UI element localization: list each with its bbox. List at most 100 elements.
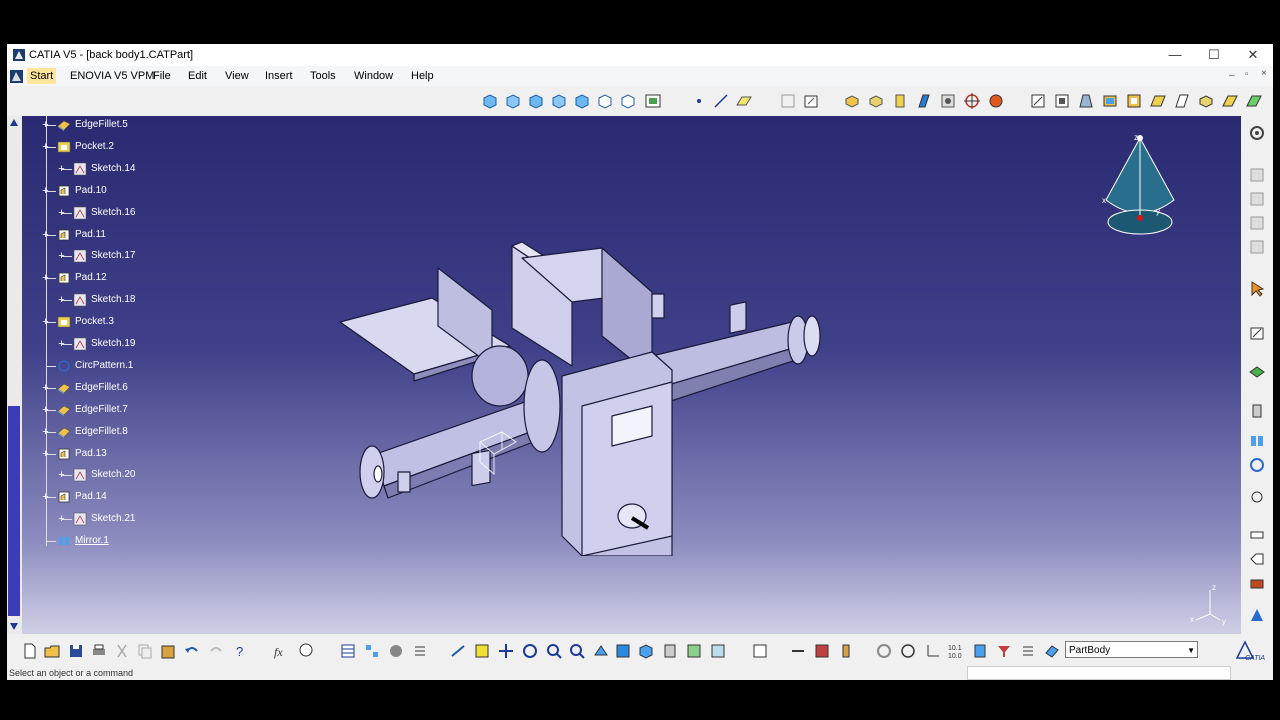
- parameters-icon[interactable]: [411, 642, 429, 660]
- axis-system-icon[interactable]: [923, 642, 941, 660]
- tree-item-label[interactable]: Pad.13: [75, 448, 107, 459]
- rotate-icon[interactable]: [521, 642, 539, 660]
- gear-icon[interactable]: [1248, 124, 1266, 142]
- point-icon[interactable]: [690, 92, 708, 110]
- comment-icon[interactable]: [297, 642, 315, 660]
- shaft-icon[interactable]: [891, 92, 909, 110]
- fit-all-icon[interactable]: [473, 642, 491, 660]
- view-bottom-icon[interactable]: [619, 92, 637, 110]
- sketch-icon[interactable]: [73, 162, 87, 176]
- tree-item-label[interactable]: Pad.14: [75, 491, 107, 502]
- named-views-icon[interactable]: [644, 92, 662, 110]
- knowledge-icon[interactable]: [387, 642, 405, 660]
- diagram-icon[interactable]: [363, 642, 381, 660]
- tree-item-label[interactable]: EdgeFillet.8: [75, 426, 128, 437]
- axis-icon[interactable]: [963, 92, 981, 110]
- pad-icon[interactable]: [57, 447, 71, 461]
- tree-expander-icon[interactable]: +: [40, 120, 51, 131]
- tag-icon[interactable]: [1248, 550, 1266, 568]
- zoom-in-icon[interactable]: [545, 642, 563, 660]
- chevron-down-icon[interactable]: ▼: [1187, 642, 1195, 659]
- line-icon[interactable]: [712, 92, 730, 110]
- link-icon[interactable]: [875, 642, 893, 660]
- tree-expander-icon[interactable]: +: [56, 251, 67, 262]
- chamfer-tool-icon[interactable]: [1053, 92, 1071, 110]
- tree-item-label[interactable]: Sketch.14: [91, 163, 135, 174]
- rib-icon[interactable]: [987, 92, 1005, 110]
- close-button[interactable]: ✕: [1233, 44, 1273, 66]
- copy-icon[interactable]: [136, 642, 154, 660]
- tree-item-label[interactable]: Mirror.1: [75, 535, 109, 546]
- view-back-icon[interactable]: [527, 92, 545, 110]
- scroll-down-icon[interactable]: [9, 621, 19, 631]
- tree-item-label[interactable]: Pad.11: [75, 229, 106, 240]
- constraint-icon[interactable]: [1248, 488, 1266, 506]
- hole-icon[interactable]: [939, 92, 957, 110]
- fillet-tool-icon[interactable]: [1029, 92, 1047, 110]
- maximize-button[interactable]: ☐: [1194, 44, 1234, 66]
- menu-insert[interactable]: Insert: [265, 70, 293, 82]
- tree-item-label[interactable]: Sketch.21: [91, 513, 135, 524]
- zoom-out-icon[interactable]: [568, 642, 586, 660]
- tree-expander-icon[interactable]: +: [56, 470, 67, 481]
- circpattern-icon[interactable]: [57, 359, 71, 373]
- mirror-icon[interactable]: [57, 534, 71, 548]
- tree-expander-icon[interactable]: +: [40, 229, 51, 241]
- redo-icon[interactable]: [207, 642, 225, 660]
- pattern-icon[interactable]: [1248, 456, 1266, 474]
- sketcher-grid-icon[interactable]: [779, 92, 797, 110]
- pad-icon[interactable]: [57, 184, 71, 198]
- undo-icon[interactable]: [183, 642, 201, 660]
- menu-edit[interactable]: Edit: [188, 70, 207, 82]
- measure-item-icon[interactable]: [1248, 190, 1266, 208]
- menu-tools[interactable]: Tools: [310, 70, 336, 82]
- paint-icon[interactable]: [1248, 574, 1266, 592]
- mdi-close-button[interactable]: ×: [1261, 68, 1267, 79]
- sketch-icon[interactable]: [73, 206, 87, 220]
- menu-file[interactable]: File: [153, 70, 171, 82]
- help-icon[interactable]: ?: [233, 642, 251, 660]
- sketch-icon[interactable]: [73, 337, 87, 351]
- menu-start[interactable]: Start: [27, 68, 57, 84]
- units-icon[interactable]: 10.110.0: [947, 642, 965, 660]
- pocket-icon[interactable]: [57, 315, 71, 329]
- tree-expander-icon[interactable]: +: [56, 295, 67, 306]
- tree-item-label[interactable]: CircPattern.1: [75, 360, 133, 371]
- fly-mode-icon[interactable]: [449, 642, 467, 660]
- print-icon[interactable]: [90, 642, 108, 660]
- surface-icon[interactable]: [1248, 362, 1266, 380]
- tree-item-label[interactable]: EdgeFillet.6: [75, 382, 128, 393]
- cut-icon[interactable]: [113, 642, 131, 660]
- scroll-up-icon[interactable]: [9, 118, 19, 128]
- view-top-icon[interactable]: [596, 92, 614, 110]
- replace-face-icon[interactable]: [1197, 92, 1215, 110]
- tree-item-label[interactable]: EdgeFillet.5: [75, 119, 128, 130]
- split-tool-icon[interactable]: [1221, 92, 1239, 110]
- sketch-icon[interactable]: [73, 512, 87, 526]
- tree-expander-icon[interactable]: +: [40, 317, 51, 328]
- tree-scrollbar[interactable]: [7, 116, 22, 634]
- mdi-minimize-button[interactable]: –: [1229, 70, 1235, 81]
- spread-icon[interactable]: [1248, 606, 1266, 624]
- thread-tool-icon[interactable]: [1149, 92, 1167, 110]
- annotation-icon[interactable]: [1248, 526, 1266, 544]
- tree-expander-icon[interactable]: +: [56, 207, 67, 219]
- tree-item-label[interactable]: Sketch.20: [91, 469, 135, 480]
- sketch-icon[interactable]: [73, 468, 87, 482]
- sketch-icon[interactable]: [73, 249, 87, 263]
- tree-item-label[interactable]: Pad.10: [75, 185, 107, 196]
- bottle-icon[interactable]: [837, 642, 855, 660]
- measure-icon[interactable]: [1248, 166, 1266, 184]
- menu-view[interactable]: View: [225, 70, 249, 82]
- body-icon[interactable]: [1248, 402, 1266, 420]
- remove-face-icon[interactable]: [1173, 92, 1191, 110]
- edge-fillet-icon[interactable]: [57, 118, 71, 132]
- tree-item-label[interactable]: EdgeFillet.7: [75, 404, 128, 415]
- normal-view-icon[interactable]: [592, 642, 610, 660]
- pad-icon[interactable]: [57, 490, 71, 504]
- tree-expander-icon[interactable]: +: [56, 163, 67, 175]
- update-icon[interactable]: [751, 642, 769, 660]
- pocket-tool-icon[interactable]: [867, 92, 885, 110]
- tree-item-label[interactable]: Sketch.18: [91, 294, 135, 305]
- edge-fillet-icon[interactable]: [57, 425, 71, 439]
